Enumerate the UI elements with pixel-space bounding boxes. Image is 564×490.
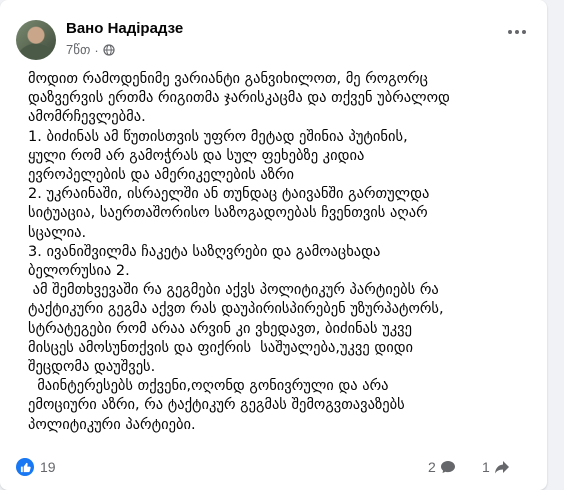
post-line: 1. ბიძინას ამ წუთისთვის უფრო მეტად ეშინი…	[28, 128, 408, 145]
post-card: Вано Надірадзе 7წთ · მოდით რამოდენიმე ვა…	[0, 0, 547, 490]
post-line: მისცეს ამოსუნთქვის და ფიქრის საშუალება,უ…	[28, 339, 414, 356]
globe-icon	[103, 44, 115, 56]
comments-stat[interactable]: 2	[428, 459, 456, 475]
post-footer: 19 2 1	[0, 455, 547, 481]
post-line: 3. ივანიშვილმა ჩაკეტა საზღვრები და გამოა…	[28, 243, 381, 260]
post-meta: 7წთ ·	[66, 42, 115, 58]
meta-separator: ·	[94, 42, 99, 58]
post-line: პოლიტიკური პარტიები.	[28, 416, 196, 433]
post-line: სტრატეგები რომ არაა არვინ კი ვხედავთ, ბი…	[28, 320, 412, 337]
post-line: მაინტერესებს თქვენი,ოღონდ გონივრული და ა…	[28, 378, 389, 395]
more-options-icon[interactable]	[499, 22, 535, 42]
post-line: ემოციური აზრი, რა ტაქტიკურ გეგმას შემოგვ…	[28, 397, 405, 414]
post-line: ამ შემთხვევაში რა გეგმები აქვს პოლიტიკურ…	[28, 282, 439, 299]
like-count[interactable]: 19	[40, 459, 56, 475]
shares-stat[interactable]: 1	[482, 459, 510, 475]
share-count: 1	[482, 459, 490, 475]
post-line: ტაქტიკური გეგმა აქვთ რას დაუპირისპირებენ…	[28, 301, 444, 318]
post-line: სიტუაცია, საერთაშორისო საზოგადოებას ჩვენ…	[28, 205, 428, 222]
comment-bubble-icon	[440, 461, 455, 473]
post-line: ყული რომ არ გამოჭრას და სულ ფეხებზე კიდი…	[28, 147, 365, 164]
post-timestamp[interactable]: 7წთ	[66, 42, 90, 58]
post-line: მოდით რამოდენიმე ვარიანტი განვიხილოთ, მე…	[28, 71, 428, 87]
post-line: 2. უკრაინაში, ისრაელში ან თუნდაც ტაივანშ…	[28, 186, 430, 203]
post-line: ევროპელების და ამერიკელების აზრი	[28, 167, 295, 184]
avatar[interactable]	[16, 20, 56, 60]
comment-count: 2	[428, 459, 436, 475]
thumbs-up-icon[interactable]	[16, 458, 34, 476]
post-line: ამომრჩევლებმა.	[28, 109, 146, 126]
post-line: შეცდომა დაუშვეს.	[28, 359, 156, 376]
author-name[interactable]: Вано Надірадзе	[66, 20, 183, 37]
post-line: სცალია.	[28, 224, 87, 241]
share-arrow-icon	[494, 461, 509, 474]
post-line: ბელორუსია 2.	[28, 263, 130, 280]
post-line: დაზვერვის ერთმა რიგითმა ჯარისკაცმა და თქ…	[28, 90, 450, 107]
post-body: მოდით რამოდენიმე ვარიანტი განვიხილოთ, მე…	[28, 70, 523, 435]
